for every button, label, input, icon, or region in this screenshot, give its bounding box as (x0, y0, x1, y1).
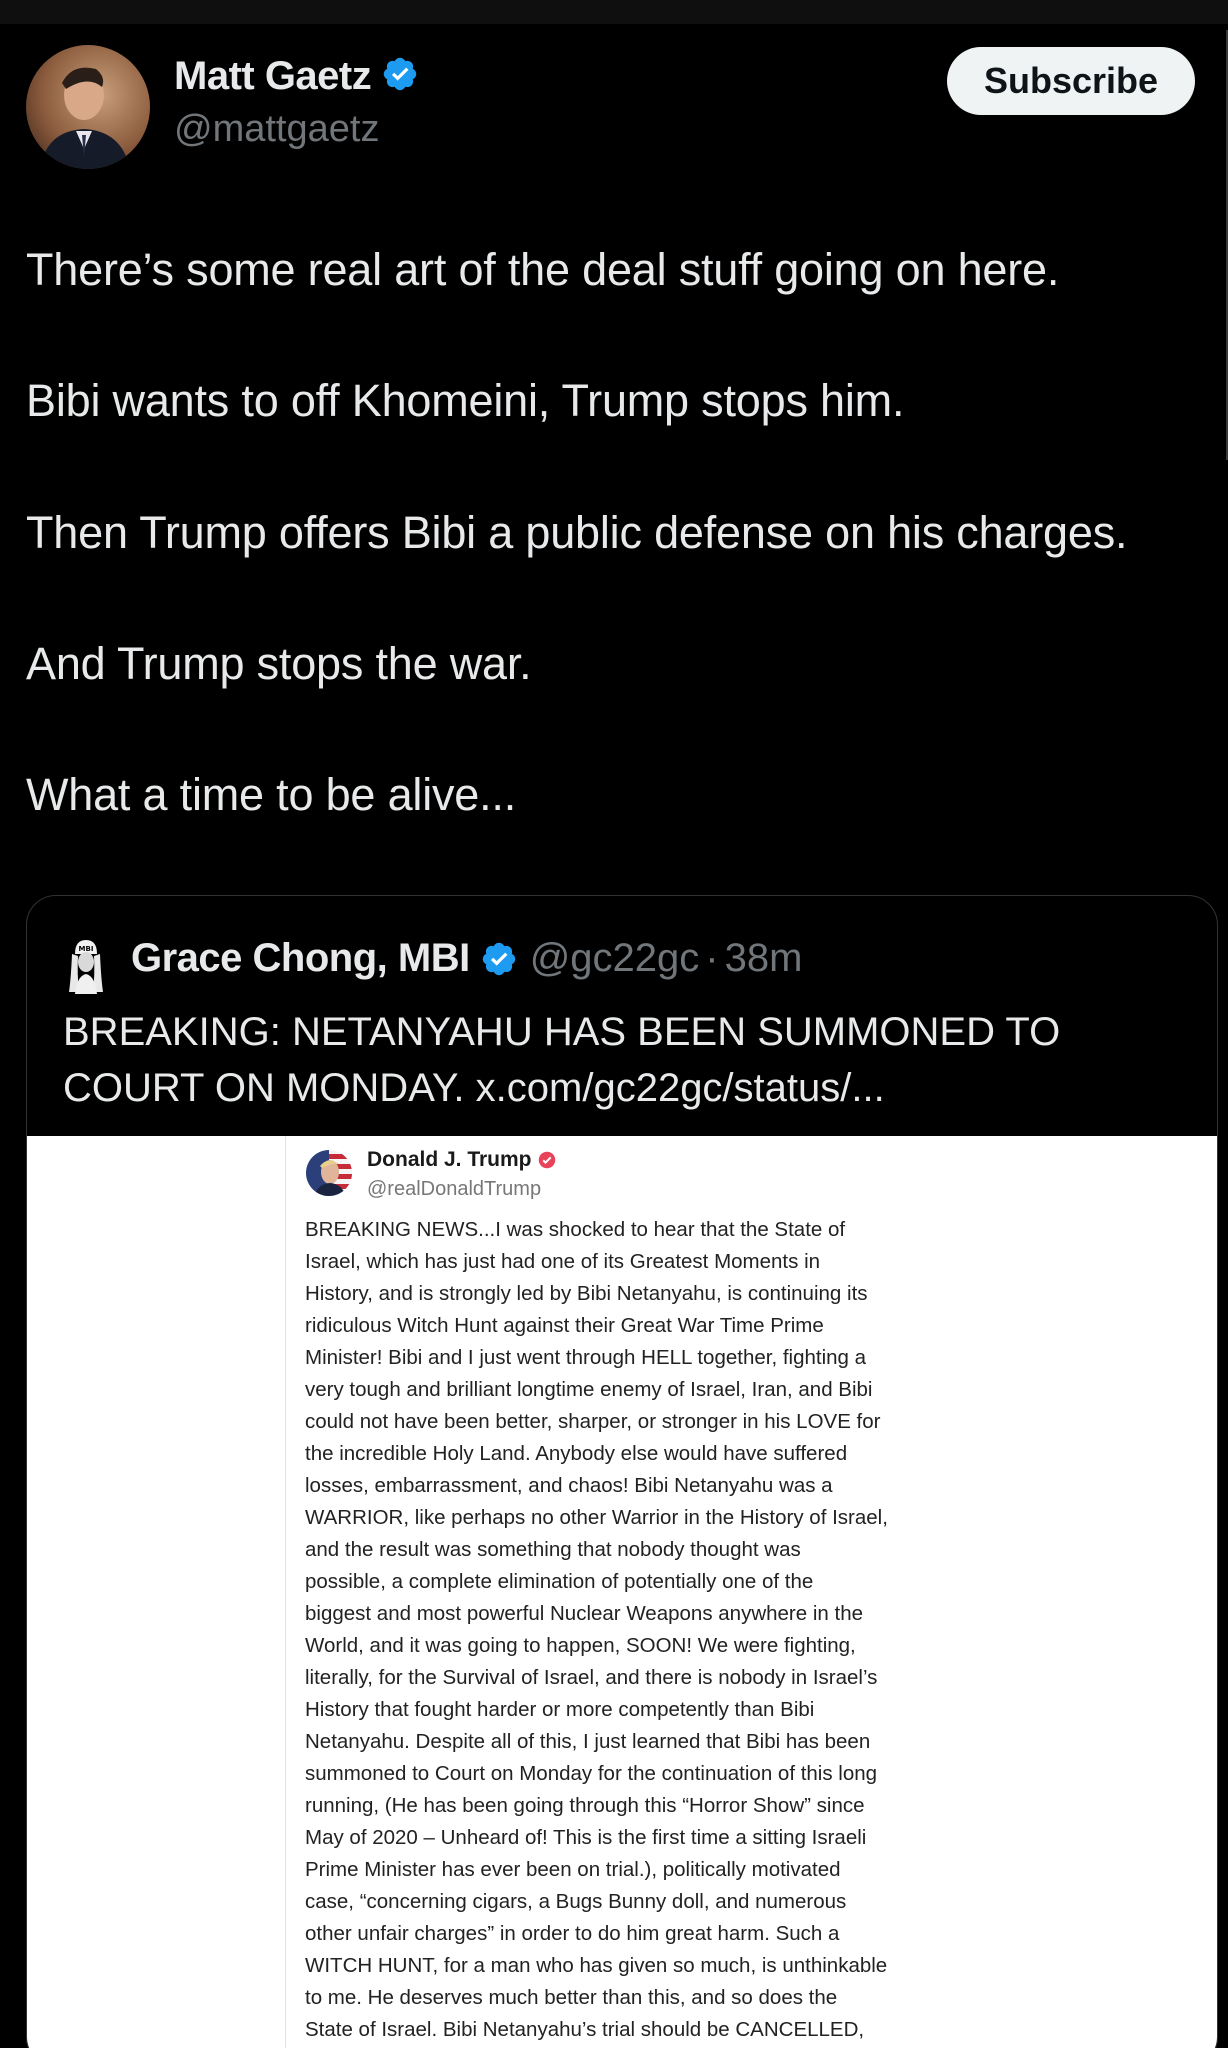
quote-author-avatar: MBI (61, 934, 111, 994)
quote-timestamp[interactable]: 38m (725, 936, 803, 981)
embedded-text-line: Prime Minister has ever been on trial.),… (305, 1858, 841, 1881)
subscribe-button[interactable]: Subscribe (947, 47, 1195, 115)
quote-author-name[interactable]: Grace Chong, MBI (131, 936, 470, 981)
embedded-text-line: running, (He has been going through this… (305, 1794, 865, 1817)
embedded-text-line: History that fought harder or more compe… (305, 1698, 815, 1721)
embedded-text-line: other unfair charges” in order to do him… (305, 1922, 840, 1945)
embedded-text-line: Netanyahu. Despite all of this, I just l… (305, 1730, 871, 1753)
verified-badge-icon (381, 55, 419, 98)
embedded-text-line: possible, a complete elimination of pote… (305, 1570, 814, 1593)
embedded-text-line: case, “concerning cigars, a Bugs Bunny d… (305, 1890, 847, 1913)
embedded-text-line: and the result was something that nobody… (305, 1538, 801, 1561)
quote-author-handle[interactable]: @gc22gc (530, 936, 700, 981)
embedded-author-name-row: Donald J. Trump (367, 1148, 556, 1172)
quote-header: Grace Chong, MBI @gc22gc · 38m (131, 936, 802, 981)
embedded-text-line: BREAKING NEWS...I was shocked to hear th… (305, 1218, 846, 1241)
quote-separator: · (705, 936, 719, 980)
embedded-text-line: ridiculous Witch Hunt against their Grea… (305, 1314, 824, 1337)
quote-text: BREAKING: NETANYAHU HAS BEEN SUMMONED TO… (63, 1010, 1061, 1110)
embedded-author-avatar (306, 1150, 352, 1196)
author-name[interactable]: Matt Gaetz (174, 54, 372, 99)
verified-badge-icon (480, 940, 518, 978)
embedded-text-line: Israel, which has just had one of its Gr… (305, 1250, 821, 1273)
embedded-text-line: State of Israel. Bibi Netanyahu’s trial … (305, 2018, 865, 2041)
author-handle[interactable]: @mattgaetz (174, 108, 379, 151)
embedded-text-line: very tough and brilliant longtime enemy … (305, 1378, 873, 1401)
embedded-text-line: History, and is strongly led by Bibi Net… (305, 1282, 868, 1305)
embed-divider (285, 1136, 286, 2048)
post-paragraph-2: Bibi wants to off Khomeini, Trump stops … (26, 375, 905, 426)
post-paragraph-5: What a time to be alive... (26, 769, 517, 820)
embedded-text-line: could not have been better, sharper, or … (305, 1410, 881, 1433)
truth-verified-badge-icon (538, 1151, 556, 1169)
embedded-text-line: biggest and most powerful Nuclear Weapon… (305, 1602, 863, 1625)
embedded-text-line: to me. He deserves much better than this… (305, 1986, 838, 2009)
embedded-text-line: Minister! Bibi and I just went through H… (305, 1346, 867, 1369)
embedded-text-line: WARRIOR, like perhaps no other Warrior i… (305, 1506, 888, 1529)
author-name-row: Matt Gaetz (174, 54, 419, 99)
svg-text:MBI: MBI (79, 945, 94, 953)
embedded-text-line: literally, for the Survival of Israel, a… (305, 1666, 878, 1689)
embedded-text-line: losses, embarrassment, and chaos! Bibi N… (305, 1474, 833, 1497)
post-paragraph-3: Then Trump offers Bibi a public defense … (26, 507, 1128, 558)
embedded-author-handle: @realDonaldTrump (367, 1178, 542, 1200)
quote-media-image[interactable]: Donald J. Trump @realDonaldTrump BREAKIN… (27, 1136, 1217, 2048)
embedded-text-line: the incredible Holy Land. Anybody else w… (305, 1442, 848, 1465)
embedded-author-name: Donald J. Trump (367, 1148, 532, 1171)
embedded-text-line: May of 2020 – Unheard of! This is the fi… (305, 1826, 867, 1849)
post-paragraph-4: And Trump stops the war. (26, 638, 532, 689)
author-avatar[interactable] (26, 45, 150, 169)
top-bar (0, 0, 1228, 24)
post-paragraph-1: There’s some real art of the deal stuff … (26, 244, 1060, 295)
embedded-text-line: summoned to Court on Monday for the cont… (305, 1762, 878, 1785)
quoted-post-card[interactable]: MBI Grace Chong, MBI @gc22gc · 38m BREAK… (26, 895, 1218, 2048)
embedded-text-line: WITCH HUNT, for a man who has given so m… (305, 1954, 888, 1977)
embedded-post-text: BREAKING NEWS...I was shocked to hear th… (305, 1214, 965, 2046)
embedded-text-line: World, and it was going to happen, SOON!… (305, 1634, 856, 1657)
